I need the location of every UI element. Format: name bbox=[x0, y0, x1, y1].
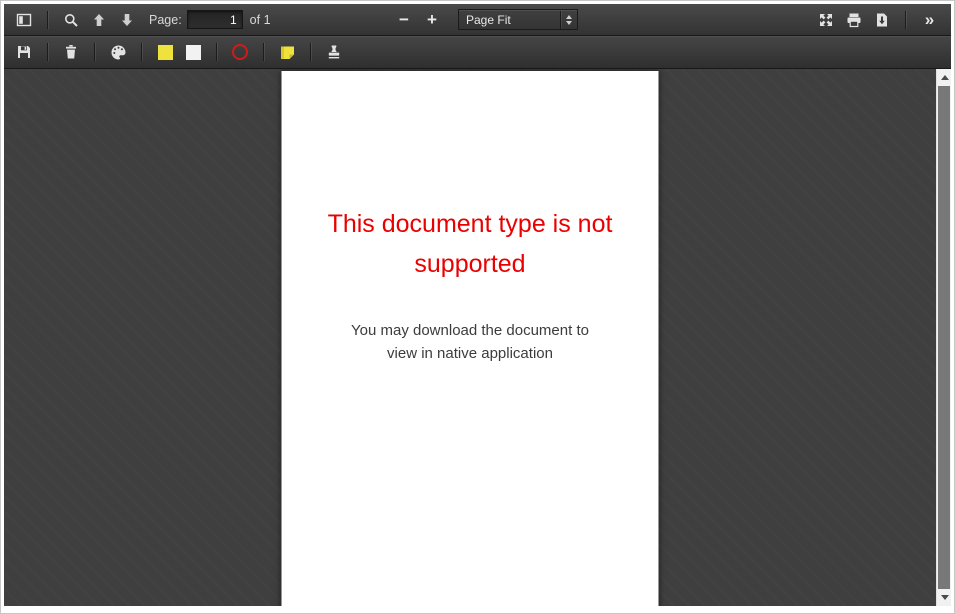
circle-tool-button[interactable] bbox=[226, 39, 254, 65]
shape-white-icon bbox=[185, 44, 201, 60]
print-button[interactable] bbox=[840, 7, 868, 33]
next-page-button[interactable] bbox=[113, 7, 141, 33]
zoom-in-button[interactable]: + bbox=[418, 7, 446, 33]
toolbar-separator bbox=[905, 10, 906, 29]
toolbar-separator bbox=[94, 43, 95, 61]
annotation-toolbar bbox=[4, 36, 951, 69]
sidebar-toggle-icon bbox=[16, 12, 32, 28]
trash-icon bbox=[63, 44, 79, 60]
print-icon bbox=[846, 12, 862, 28]
scroll-up-button[interactable] bbox=[937, 69, 951, 86]
page-up-icon bbox=[91, 12, 107, 28]
scroll-down-icon bbox=[940, 595, 949, 600]
annotation-tools-group bbox=[4, 36, 348, 68]
scroll-up-icon bbox=[940, 75, 949, 80]
zoom-out-icon: − bbox=[399, 10, 409, 29]
toolbar-zoom-group: − + Page Fit bbox=[390, 4, 578, 35]
sidebar-toggle-button[interactable] bbox=[10, 7, 38, 33]
page-area: This document type is not supported You … bbox=[4, 69, 936, 606]
toolbar-separator bbox=[216, 43, 217, 61]
zoom-level-select[interactable]: Page Fit bbox=[458, 9, 578, 30]
delete-button[interactable] bbox=[57, 39, 85, 65]
page-label: Page: bbox=[149, 12, 182, 27]
toolbar-separator bbox=[310, 43, 311, 61]
page-number-input[interactable] bbox=[186, 10, 243, 29]
shape-white-button[interactable] bbox=[179, 39, 207, 65]
vertical-scrollbar[interactable] bbox=[936, 69, 951, 606]
search-button[interactable] bbox=[57, 7, 85, 33]
more-tools-icon: » bbox=[924, 9, 935, 29]
palette-button[interactable] bbox=[104, 39, 132, 65]
sticky-note-icon bbox=[279, 44, 296, 61]
sticky-note-button[interactable] bbox=[273, 39, 301, 65]
pdf-viewer-window: Page: of 1 − + Page Fit bbox=[0, 0, 955, 614]
save-icon bbox=[16, 44, 32, 60]
toolbar-separator bbox=[47, 43, 48, 61]
scroll-down-button[interactable] bbox=[937, 589, 951, 606]
search-icon bbox=[63, 12, 79, 28]
toolbar-separator bbox=[263, 43, 264, 61]
zoom-level-value: Page Fit bbox=[466, 12, 511, 27]
previous-page-button[interactable] bbox=[85, 7, 113, 33]
presentation-mode-icon bbox=[818, 12, 834, 28]
scrollbar-thumb[interactable] bbox=[938, 86, 950, 589]
unsupported-document-message: This document type is not supported bbox=[327, 210, 613, 278]
download-button[interactable] bbox=[868, 7, 896, 33]
download-hint-message: You may download the document to view in… bbox=[351, 322, 589, 362]
highlight-yellow-button[interactable] bbox=[151, 39, 179, 65]
document-viewer: This document type is not supported You … bbox=[4, 69, 951, 606]
main-toolbar: Page: of 1 − + Page Fit bbox=[4, 4, 951, 36]
presentation-mode-button[interactable] bbox=[812, 7, 840, 33]
document-page: This document type is not supported You … bbox=[281, 71, 659, 606]
red-circle-icon bbox=[232, 44, 248, 60]
select-arrows-icon bbox=[560, 10, 572, 29]
highlight-yellow-icon bbox=[157, 44, 173, 60]
page-count-label: of 1 bbox=[249, 12, 271, 27]
toolbar-left-group: Page: of 1 bbox=[4, 4, 271, 35]
zoom-out-button[interactable]: − bbox=[390, 7, 418, 33]
download-icon bbox=[874, 12, 890, 28]
more-tools-button[interactable]: » bbox=[915, 7, 943, 33]
toolbar-separator bbox=[47, 10, 48, 29]
page-down-icon bbox=[119, 12, 135, 28]
stamp-icon bbox=[326, 44, 342, 60]
save-button[interactable] bbox=[10, 39, 38, 65]
zoom-in-icon: + bbox=[427, 10, 437, 29]
palette-icon bbox=[110, 44, 127, 61]
toolbar-right-group: » bbox=[812, 4, 943, 35]
toolbar-separator bbox=[141, 43, 142, 61]
stamp-button[interactable] bbox=[320, 39, 348, 65]
